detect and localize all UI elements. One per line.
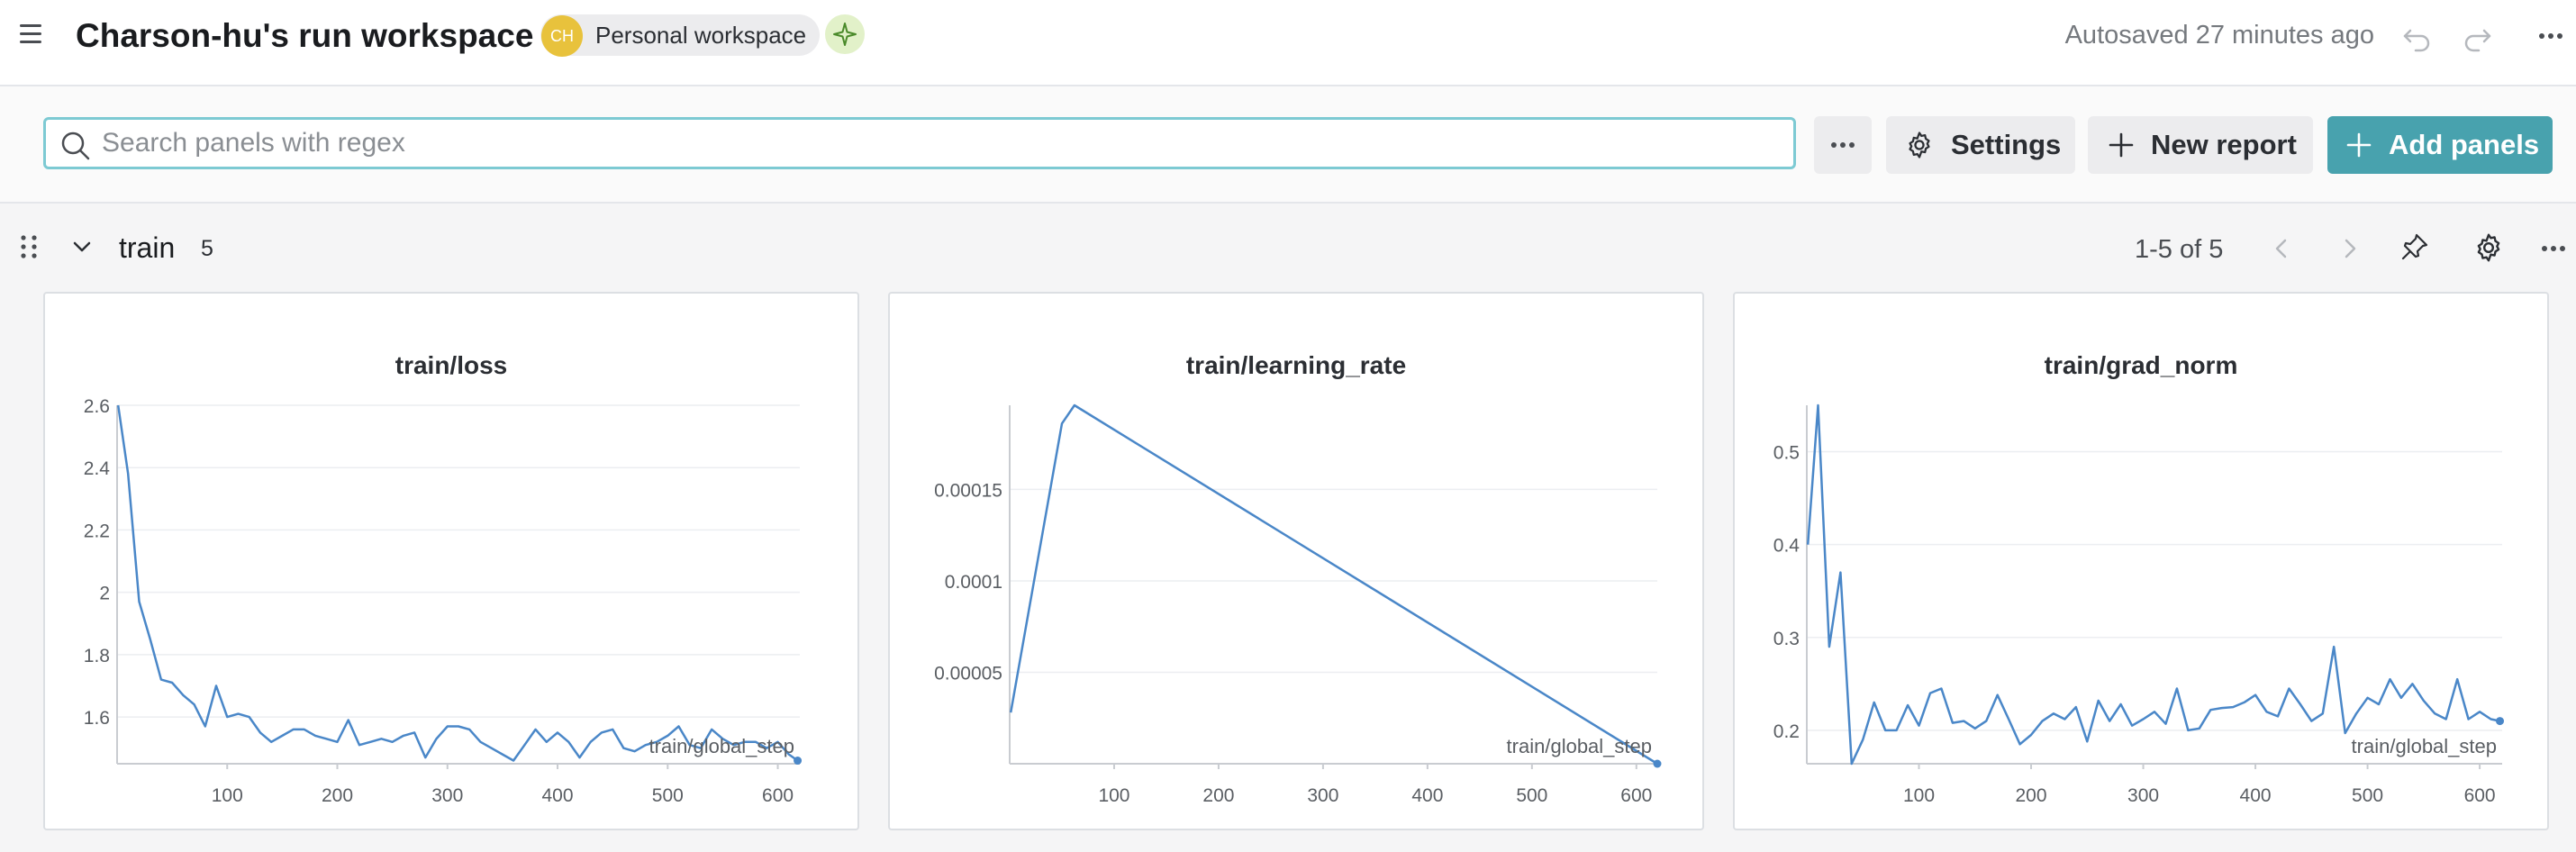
ellipsis-icon (1831, 142, 1855, 148)
series-line (1009, 403, 1658, 766)
series-line (116, 404, 799, 762)
undo-icon (2403, 29, 2430, 52)
workspace-title: Charson-hu's run workspace (76, 17, 534, 54)
x-tick-label: 100 (212, 785, 243, 806)
settings-button[interactable]: Settings (1886, 116, 2075, 174)
x-tick-label: 100 (1098, 785, 1129, 806)
section-more-icon[interactable] (2538, 236, 2569, 261)
more-options-button[interactable] (1814, 116, 1872, 174)
undo-button[interactable] (2390, 13, 2444, 59)
pagination-text: 1-5 of 5 (2135, 235, 2224, 264)
section-title: train (119, 231, 176, 264)
x-tick-label: 600 (1620, 785, 1652, 806)
x-tick-label: 600 (2464, 785, 2496, 806)
plus-icon (2109, 132, 2134, 158)
series-line (1806, 403, 2500, 766)
series-endpoint (1653, 759, 1662, 768)
chart-panel-grad-norm[interactable]: train/grad_norm 0.2 0.3 0.4 0.5 100 200 300 400… (1733, 292, 2549, 830)
y-tick-label: 0.4 (1773, 536, 1800, 557)
more-options-icon[interactable] (2535, 23, 2566, 49)
x-tick-label: 400 (2240, 785, 2272, 806)
gear-icon (1909, 131, 1930, 159)
y-tick-label: 2.2 (84, 521, 110, 541)
x-tick-label: 400 (1411, 785, 1443, 806)
autosave-status: Autosaved 27 minutes ago (2064, 21, 2374, 50)
hamburger-menu-icon[interactable] (20, 24, 41, 43)
search-input[interactable] (102, 120, 1777, 167)
chevron-right-icon[interactable] (2336, 232, 2363, 265)
y-tick-label: 0.3 (1773, 629, 1800, 649)
add-panels-label: Add panels (2389, 129, 2540, 160)
x-tick-label: 300 (2127, 785, 2159, 806)
new-report-label: New report (2151, 129, 2297, 160)
y-tick-label: 0.00005 (934, 663, 1002, 684)
x-axis-label: train/global_step (649, 735, 794, 757)
redo-icon (2464, 29, 2491, 52)
y-tick-label: 1.6 (84, 708, 110, 729)
pin-icon[interactable] (2399, 231, 2431, 263)
grad-norm-chart: 0.2 0.3 0.4 0.5 100 200 300 400 500 600 train/glob… (1773, 403, 2505, 806)
new-report-button[interactable]: New report (2088, 116, 2313, 174)
y-tick-label: 0.2 (1773, 721, 1800, 742)
loss-chart: 1.6 1.8 2 2.2 2.4 2.6 100 200 300 400 500 600 train/… (84, 396, 803, 806)
search-icon (59, 130, 92, 162)
y-tick-label: 1.8 (84, 646, 110, 666)
x-tick-label: 100 (1903, 785, 1935, 806)
chevron-left-icon[interactable] (2268, 232, 2295, 265)
x-axis-label: train/global_step (1507, 735, 1652, 757)
x-axis-label: train/global_step (2352, 735, 2497, 757)
x-tick-label: 200 (322, 785, 353, 806)
y-tick-label: 0.0001 (945, 572, 1002, 593)
x-tick-label: 500 (652, 785, 684, 806)
add-panels-button[interactable]: Add panels (2327, 116, 2553, 174)
redo-button[interactable] (2450, 13, 2504, 59)
section-settings-icon[interactable] (2472, 231, 2505, 264)
avatar: CH (541, 15, 583, 57)
x-tick-label: 500 (2352, 785, 2383, 806)
x-tick-label: 500 (1516, 785, 1547, 806)
settings-label: Settings (1951, 129, 2062, 160)
x-tick-label: 300 (431, 785, 463, 806)
chart-panel-learning-rate[interactable]: train/learning_rate 0.00005 0.0001 0.00015… (888, 292, 1704, 830)
y-tick-label: 0.5 (1773, 443, 1800, 464)
search-box[interactable] (43, 117, 1796, 169)
drag-handle-icon[interactable] (18, 233, 40, 260)
chevron-down-icon[interactable] (70, 238, 94, 256)
y-tick-label: 2.6 (84, 396, 110, 417)
x-tick-label: 200 (1202, 785, 1234, 806)
learning-rate-chart: 0.00005 0.0001 0.00015 100 200 300 400 500 600 tr… (934, 403, 1662, 806)
plus-icon (2346, 132, 2372, 158)
x-tick-label: 600 (762, 785, 794, 806)
y-tick-label: 2.4 (84, 458, 111, 479)
series-endpoint (794, 757, 803, 766)
panel-count-badge: 5 (201, 236, 213, 261)
chart-panel-loss[interactable]: train/loss 1.6 1.8 2 2.2 2.4 2.6 100 200 300 400 5… (43, 292, 859, 830)
sparkle-icon[interactable] (825, 14, 865, 54)
series-endpoint (2496, 717, 2505, 726)
x-tick-label: 300 (1307, 785, 1338, 806)
workspace-label: Personal workspace (595, 22, 807, 49)
x-tick-label: 200 (2016, 785, 2047, 806)
y-tick-label: 2 (99, 584, 110, 604)
x-tick-label: 400 (542, 785, 574, 806)
y-tick-label: 0.00015 (934, 480, 1002, 501)
